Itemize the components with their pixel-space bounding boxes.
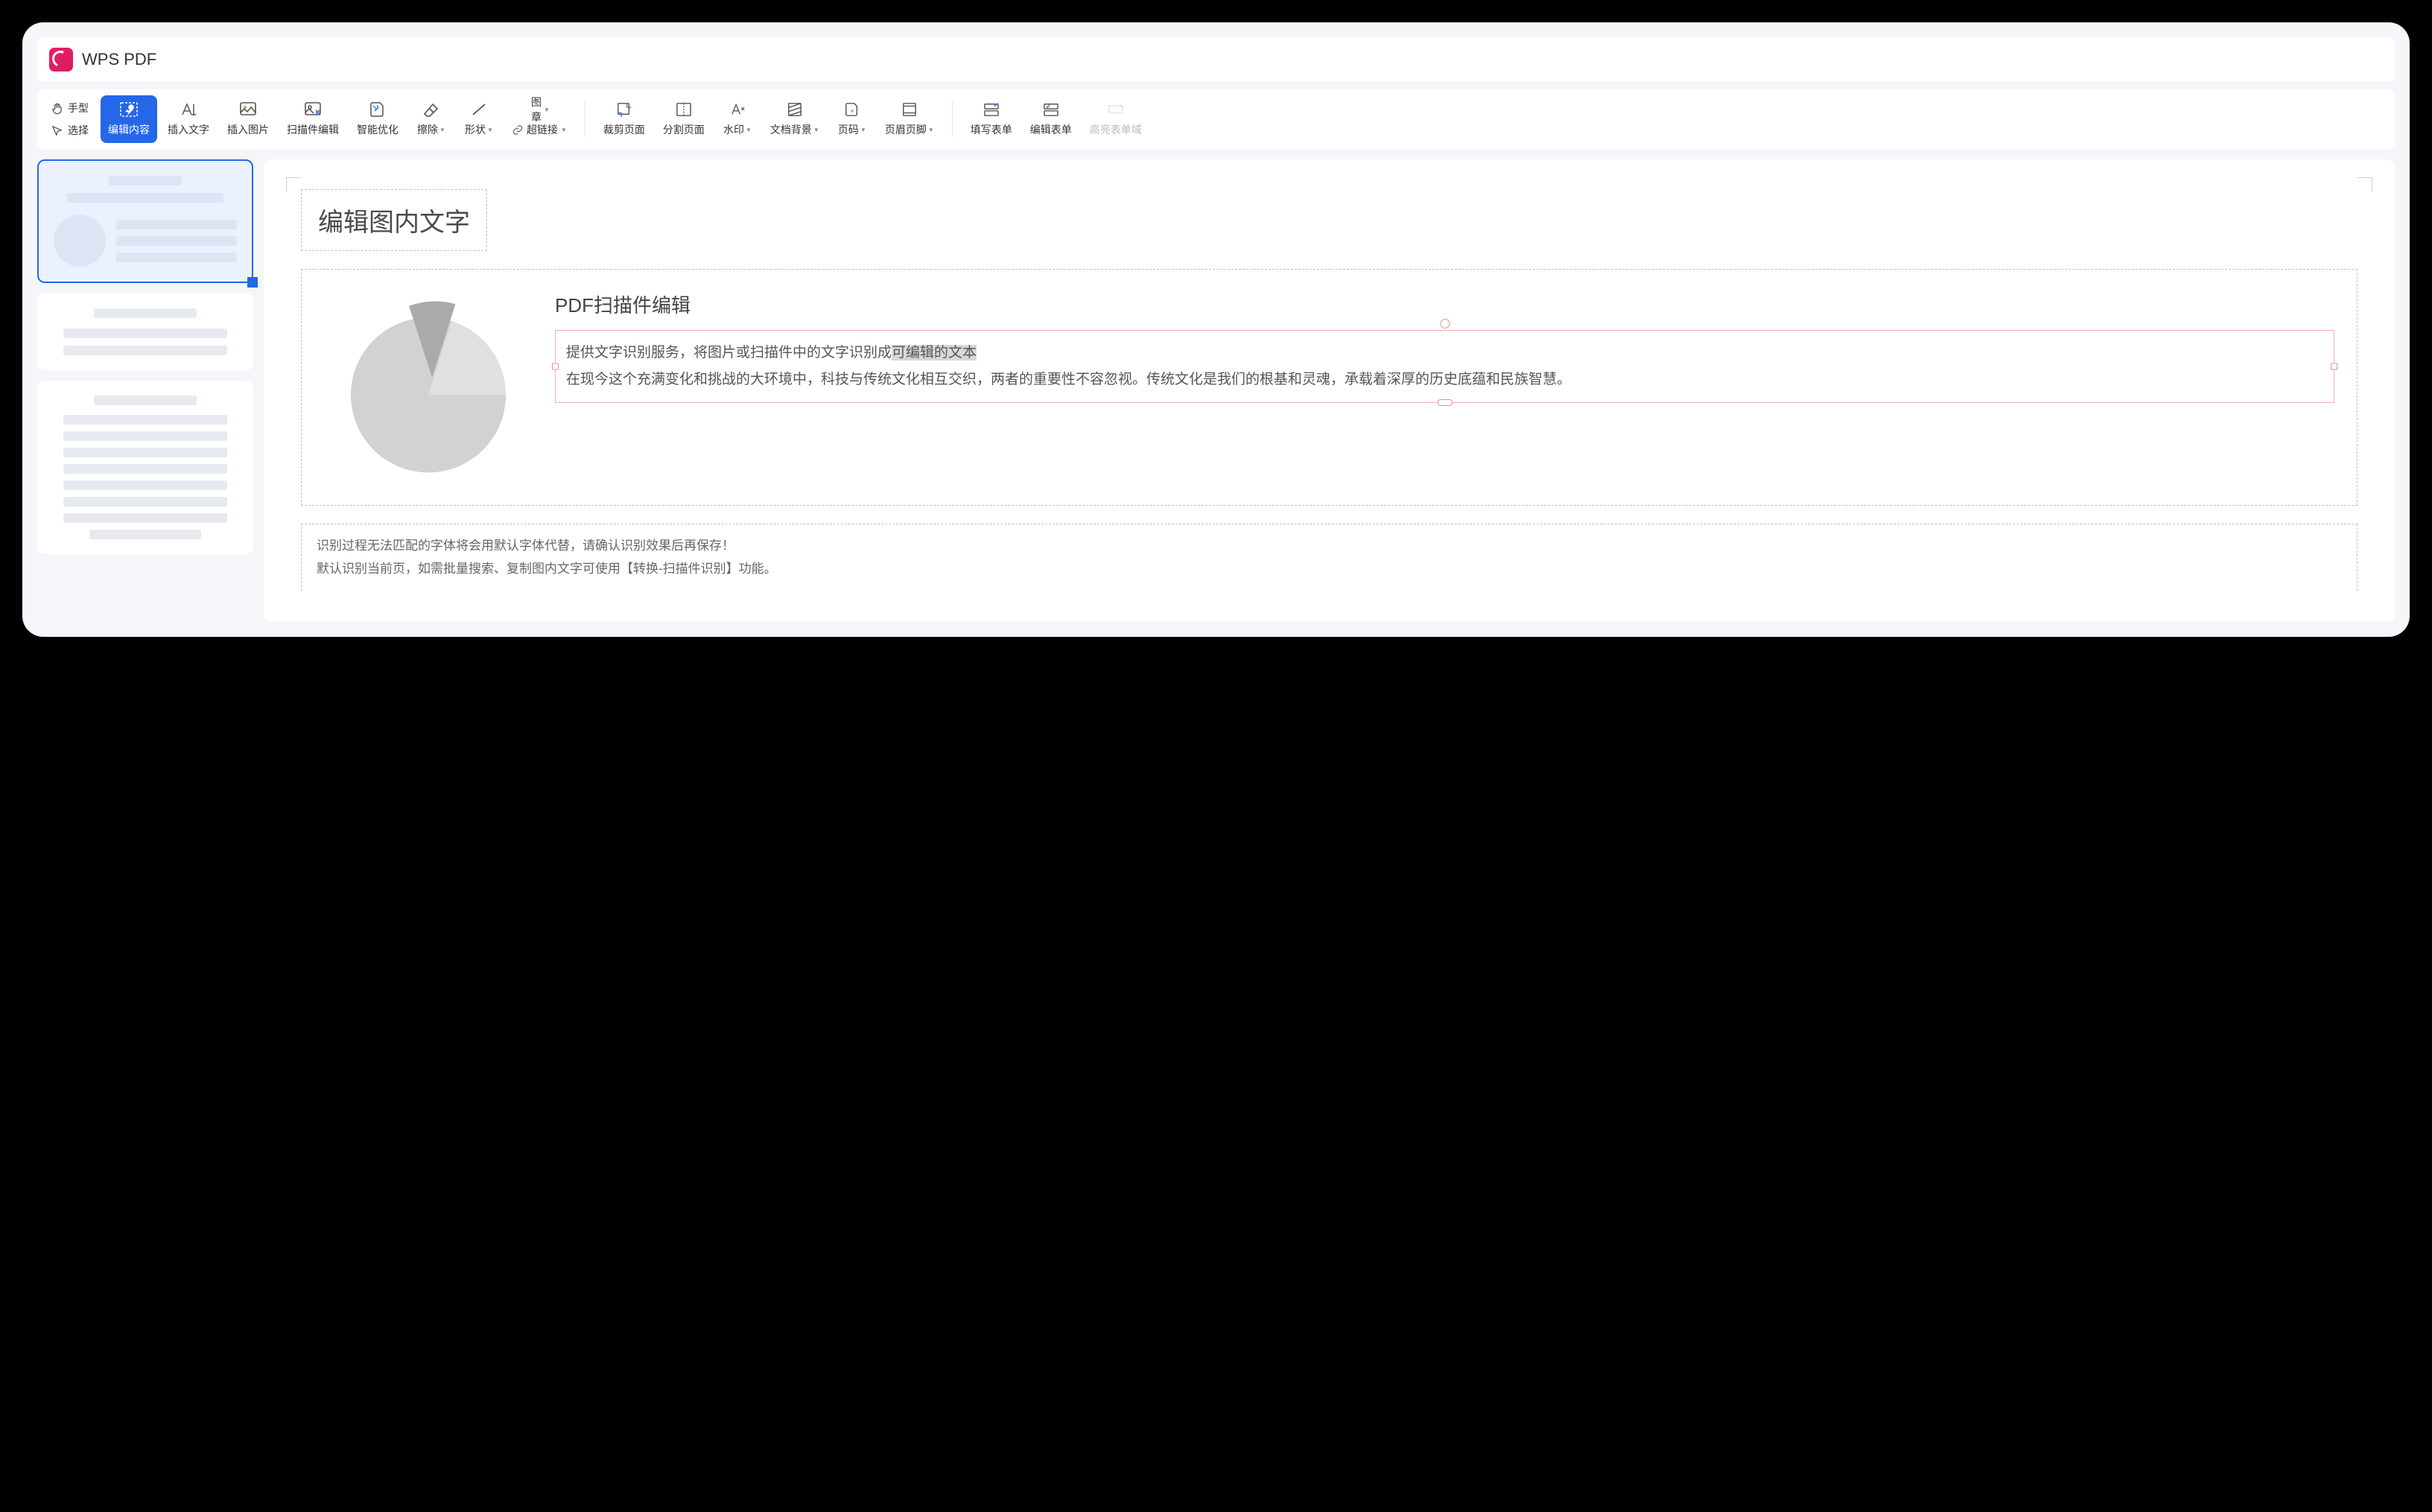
link-icon: [512, 124, 524, 136]
page-thumbnail-1[interactable]: [37, 159, 253, 283]
text-edit-box[interactable]: 提供文字识别服务，将图片或扫描件中的文字识别成可编辑的文本 在现今这个充满变化和…: [555, 330, 2334, 403]
crop-icon: [614, 101, 635, 118]
header-footer-button[interactable]: 页眉页脚▼: [877, 95, 942, 143]
scan-edit-button[interactable]: 扫描件编辑: [279, 95, 346, 143]
chevron-down-icon: ▼: [928, 127, 934, 133]
page-num-icon: #: [842, 101, 863, 118]
resize-handle-left[interactable]: [552, 363, 559, 370]
chevron-down-icon: ▼: [813, 127, 819, 133]
erase-icon: [421, 101, 442, 118]
split-page-button[interactable]: 分割页面: [655, 95, 712, 143]
paragraph-1: 提供文字识别服务，将图片或扫描件中的文字识别成可编辑的文本: [566, 340, 2323, 366]
hand-tool-button[interactable]: 手型: [48, 98, 92, 118]
crop-mark-icon: [2358, 177, 2372, 192]
doc-bg-icon: [784, 101, 805, 118]
edit-form-button[interactable]: 编辑表单: [1023, 95, 1079, 143]
insert-image-icon: [238, 101, 258, 118]
crop-page-button[interactable]: 裁剪页面: [596, 95, 653, 143]
text-content-area: PDF扫描件编辑 提供文字识别服务，将图片或扫描件中的文字识别成可编辑的文本 在…: [555, 290, 2334, 403]
chevron-down-icon: ▼: [746, 127, 752, 133]
page-thumbnail-3[interactable]: [37, 381, 253, 554]
page-thumbnail-2[interactable]: [37, 293, 253, 370]
header-footer-icon: [899, 101, 920, 118]
highlight-form-button[interactable]: 高亮表单域: [1082, 95, 1149, 143]
hand-icon: [51, 102, 63, 115]
watermark-button[interactable]: 水印▼: [715, 95, 760, 143]
page-num-button[interactable]: # 页码▼: [830, 95, 874, 143]
paragraph-2: 在现今这个充满变化和挑战的大环境中，科技与传统文化相互交织，两者的重要性不容忽视…: [566, 366, 2323, 393]
edit-content-icon: [118, 101, 139, 118]
crop-mark-icon: [286, 177, 301, 192]
document-canvas[interactable]: 编辑图内文字 PDF扫描件编辑: [264, 159, 2395, 622]
chevron-down-icon: ▼: [561, 127, 567, 133]
insert-image-button[interactable]: 插入图片: [220, 95, 276, 143]
watermark-icon: [727, 101, 748, 118]
chevron-down-icon: ▼: [860, 127, 866, 133]
document-title: 编辑图内文字: [318, 209, 470, 237]
footer-line-1: 识别过程无法匹配的字体将会用默认字体代替，请确认识别效果后再保存！: [317, 535, 2342, 558]
resize-handle-bottom[interactable]: [1438, 399, 1452, 406]
svg-text:#: #: [851, 108, 854, 115]
toolbar-separator: [952, 101, 953, 137]
footer-line-2: 默认识别当前页，如需批量搜索、复制图内文字可使用【转换-扫描件识别】功能。: [317, 558, 2342, 581]
chevron-down-icon: ▼: [487, 127, 493, 133]
chevron-down-icon: ▼: [439, 127, 445, 133]
pie-chart: [331, 290, 525, 484]
thumbnail-sidebar: [37, 159, 253, 622]
title-selection-box[interactable]: 编辑图内文字: [301, 189, 487, 251]
stamp-button[interactable]: 图章 ▼ 超链接▼: [504, 95, 574, 143]
selected-text: 可编辑的文本: [892, 345, 977, 360]
smart-optimize-button[interactable]: 智能优化: [349, 95, 406, 143]
erase-button[interactable]: 擦除▼: [409, 95, 454, 143]
fill-form-icon: [981, 101, 1002, 118]
title-bar: WPS PDF: [37, 37, 2395, 82]
app-title: WPS PDF: [82, 50, 156, 69]
stamp-icon: 图章 ▼: [529, 101, 550, 118]
app-window: WPS PDF 手型 选择 编辑内容 插入文字: [22, 22, 2410, 637]
insert-text-icon: [178, 101, 199, 118]
app-logo-icon: [49, 48, 73, 72]
split-icon: [673, 101, 694, 118]
scan-edit-icon: [302, 101, 323, 118]
rotate-handle-icon[interactable]: [1440, 319, 1450, 328]
content-heading: PDF扫描件编辑: [555, 290, 2334, 318]
toolbar: 手型 选择 编辑内容 插入文字 插入图片: [37, 89, 2395, 149]
shape-icon: [469, 101, 489, 118]
shape-button[interactable]: 形状▼: [457, 95, 501, 143]
chevron-down-icon: ▼: [544, 107, 550, 113]
highlight-form-icon: [1105, 101, 1126, 118]
resize-handle-right[interactable]: [2331, 363, 2337, 370]
footer-note-box: 识别过程无法匹配的字体将会用默认字体代替，请确认识别效果后再保存！ 默认识别当前…: [301, 524, 2358, 591]
content-area: 编辑图内文字 PDF扫描件编辑: [37, 159, 2395, 622]
smart-optimize-icon: [367, 101, 388, 118]
content-selection-box[interactable]: PDF扫描件编辑 提供文字识别服务，将图片或扫描件中的文字识别成可编辑的文本 在…: [301, 269, 2358, 506]
cursor-icon: [51, 124, 63, 137]
edit-content-button[interactable]: 编辑内容: [101, 95, 157, 143]
doc-bg-button[interactable]: 文档背景▼: [763, 95, 827, 143]
edit-form-icon: [1041, 101, 1061, 118]
fill-form-button[interactable]: 填写表单: [963, 95, 1020, 143]
select-tool-button[interactable]: 选择: [48, 120, 92, 141]
insert-text-button[interactable]: 插入文字: [160, 95, 217, 143]
